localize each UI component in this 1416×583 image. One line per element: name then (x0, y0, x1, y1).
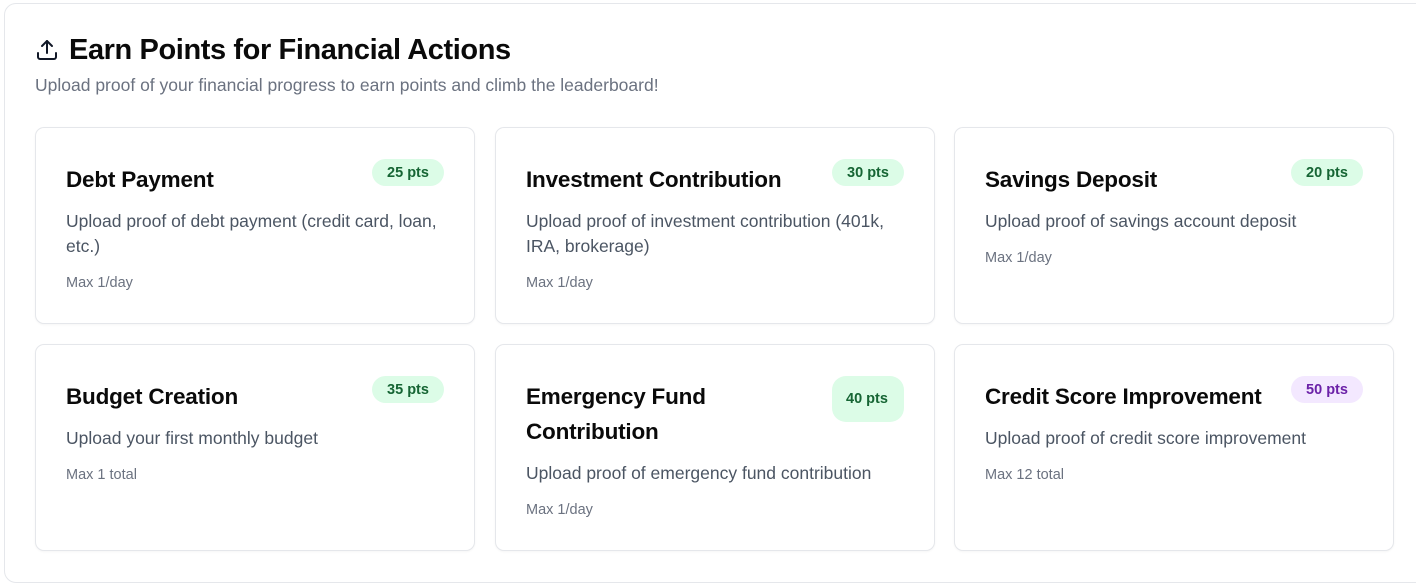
points-badge: 50 pts (1291, 376, 1363, 403)
card-limit: Max 1/day (66, 275, 133, 291)
card-limit: Max 1 total (66, 467, 137, 483)
action-card-emergency-fund-contribution[interactable]: Emergency Fund Contribution 40 pts Uploa… (495, 344, 935, 551)
card-description: Upload proof of debt payment (credit car… (66, 211, 437, 256)
points-badge: 40 pts (832, 376, 904, 422)
card-title: Savings Deposit (985, 167, 1158, 192)
card-description: Upload proof of investment contribution … (526, 211, 884, 256)
points-badge: 30 pts (832, 159, 904, 186)
card-title: Debt Payment (66, 167, 214, 192)
points-badge: 20 pts (1291, 159, 1363, 186)
card-title: Credit Score Improvement (985, 384, 1262, 409)
card-title: Budget Creation (66, 384, 239, 409)
action-card-budget-creation[interactable]: Budget Creation 35 pts Upload your first… (35, 344, 475, 551)
card-title: Emergency Fund Contribution (526, 384, 706, 444)
action-card-credit-score-improvement[interactable]: Credit Score Improvement 50 pts Upload p… (954, 344, 1394, 551)
upload-icon (35, 38, 59, 62)
points-badge: 25 pts (372, 159, 444, 186)
card-limit: Max 1/day (526, 502, 593, 518)
action-card-investment-contribution[interactable]: Investment Contribution 30 pts Upload pr… (495, 127, 935, 324)
card-title: Investment Contribution (526, 167, 782, 192)
card-description: Upload proof of credit score improvement (985, 428, 1306, 448)
page-title: Earn Points for Financial Actions (69, 34, 511, 66)
card-description: Upload proof of emergency fund contribut… (526, 463, 872, 483)
action-card-debt-payment[interactable]: Debt Payment 25 pts Upload proof of debt… (35, 127, 475, 324)
card-limit: Max 12 total (985, 467, 1064, 483)
card-limit: Max 1/day (985, 250, 1052, 266)
card-description: Upload your first monthly budget (66, 428, 318, 448)
section-header: Earn Points for Financial Actions (35, 32, 511, 68)
action-card-savings-deposit[interactable]: Savings Deposit 20 pts Upload proof of s… (954, 127, 1394, 324)
page-subtitle: Upload proof of your financial progress … (35, 75, 659, 95)
card-limit: Max 1/day (526, 275, 593, 291)
points-badge: 35 pts (372, 376, 444, 403)
card-description: Upload proof of savings account deposit (985, 211, 1297, 231)
